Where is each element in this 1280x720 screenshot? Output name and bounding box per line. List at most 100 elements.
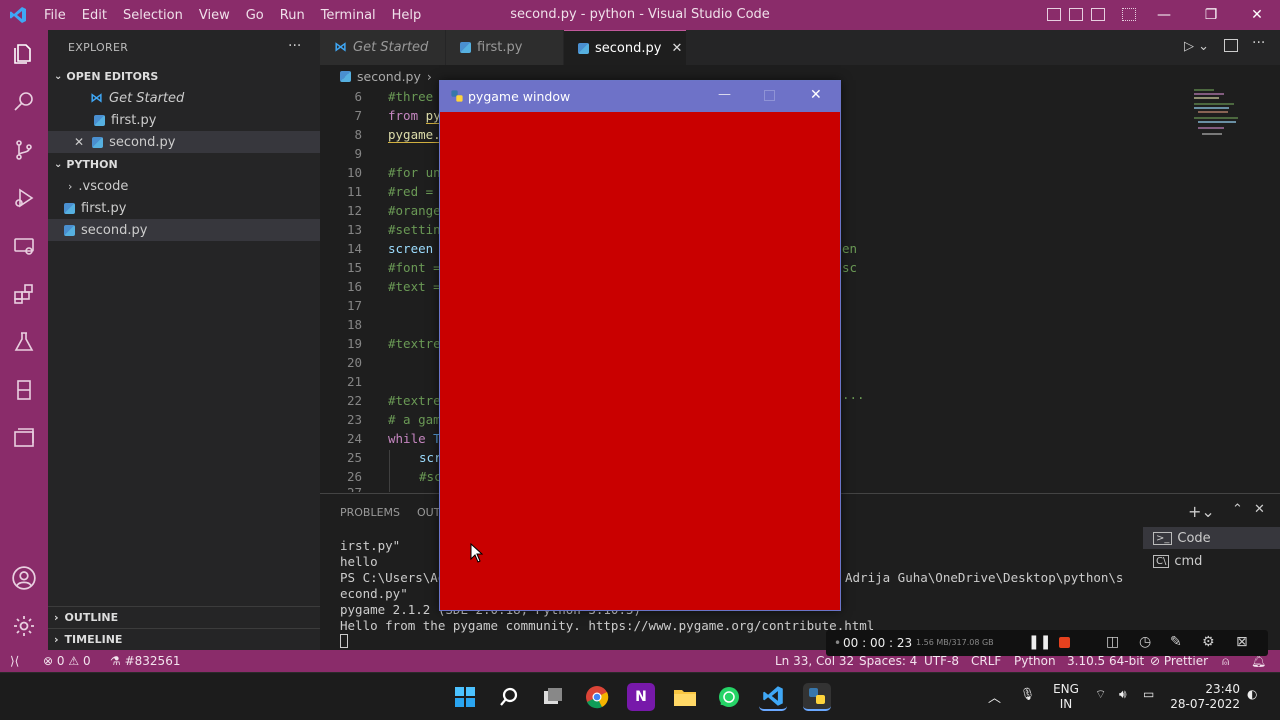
- remote-icon[interactable]: ⟩⟨: [10, 654, 19, 668]
- run-debug-icon[interactable]: [0, 174, 48, 222]
- terminal-item-cmd[interactable]: C\ cmd: [1143, 550, 1280, 572]
- run-python-file-icon[interactable]: ▷ ⌄: [1184, 39, 1209, 54]
- open-editor-label: first.py: [111, 112, 157, 128]
- extensions-icon[interactable]: [0, 270, 48, 318]
- python-interpreter[interactable]: 3.10.5 64-bit: [1067, 654, 1144, 668]
- microphone-icon[interactable]: 🎙︎: [1020, 687, 1035, 701]
- close-panel-icon[interactable]: ✕: [1254, 502, 1265, 517]
- file-first-py[interactable]: first.py: [48, 197, 320, 219]
- windows-start-icon[interactable]: [451, 683, 479, 711]
- task-view-icon[interactable]: [539, 683, 567, 711]
- menu-file[interactable]: File: [36, 8, 74, 23]
- breadcrumb-file[interactable]: second.py: [357, 69, 421, 84]
- menu-go[interactable]: Go: [238, 8, 272, 23]
- clock[interactable]: 23:40 28-07-2022: [1170, 682, 1240, 712]
- pygame-title-bar[interactable]: pygame window — ✕: [440, 81, 840, 112]
- settings-gear-icon[interactable]: [0, 602, 48, 650]
- folder-python-section[interactable]: ⌄ PYTHON: [48, 153, 320, 175]
- open-editor-first-py[interactable]: first.py: [48, 109, 320, 131]
- pygame-minimize-button[interactable]: —: [718, 87, 731, 102]
- pygame-close-button[interactable]: ✕: [810, 87, 822, 103]
- camera-icon[interactable]: ◫: [1106, 634, 1119, 650]
- search-icon[interactable]: [495, 683, 523, 711]
- outline-section[interactable]: › OUTLINE: [48, 606, 320, 628]
- exit-icon[interactable]: ⊠: [1236, 634, 1248, 650]
- color-status[interactable]: ⚗ #832561: [110, 654, 180, 668]
- accounts-icon[interactable]: ⍝: [1222, 654, 1229, 669]
- folder-vscode[interactable]: › .vscode: [48, 175, 320, 197]
- line-number: 21: [346, 374, 362, 389]
- vscode-taskbar-icon[interactable]: [759, 683, 787, 711]
- settings-gear-icon[interactable]: ⚙: [1202, 634, 1215, 650]
- tab-label: Get Started: [353, 40, 429, 55]
- focus-icon[interactable]: ◐: [1247, 687, 1257, 701]
- menu-help[interactable]: Help: [384, 8, 430, 23]
- chrome-icon[interactable]: [583, 683, 611, 711]
- search-icon[interactable]: [0, 78, 48, 126]
- bookmarks-icon[interactable]: [0, 366, 48, 414]
- open-editors-section[interactable]: ⌄ OPEN EDITORS: [48, 65, 320, 87]
- file-second-py[interactable]: second.py: [48, 219, 320, 241]
- onenote-icon[interactable]: N: [627, 683, 655, 711]
- source-control-icon[interactable]: [0, 126, 48, 174]
- tab-second-py[interactable]: second.py ✕: [564, 30, 686, 65]
- cursor-position[interactable]: Ln 33, Col 32: [775, 654, 854, 668]
- close-icon[interactable]: ✕: [74, 135, 84, 149]
- tabs-icon[interactable]: [0, 414, 48, 462]
- python-taskbar-icon[interactable]: [803, 683, 831, 711]
- problems-status[interactable]: ⊗ 0 ⚠ 0: [43, 654, 91, 668]
- menu-selection[interactable]: Selection: [115, 8, 191, 23]
- notifications-bell-icon[interactable]: 🔔︎: [1251, 654, 1266, 668]
- open-editor-get-started[interactable]: ⋈ Get Started: [48, 87, 320, 109]
- tab-first-py[interactable]: first.py: [446, 30, 563, 65]
- eol-status[interactable]: CRLF: [971, 654, 1001, 668]
- terminal-item-code[interactable]: >_ Code: [1143, 527, 1280, 549]
- draw-icon[interactable]: ✎: [1170, 634, 1182, 650]
- battery-icon[interactable]: ▭: [1143, 687, 1154, 701]
- maximize-panel-icon[interactable]: ⌃: [1232, 502, 1243, 517]
- wifi-icon[interactable]: ⌔: [1095, 687, 1106, 702]
- clock-time: 23:40: [1205, 682, 1240, 696]
- restore-window-button[interactable]: ❐: [1188, 0, 1234, 30]
- more-actions-icon[interactable]: ···: [288, 38, 301, 54]
- tab-output[interactable]: OUT: [417, 506, 440, 519]
- file-explorer-icon[interactable]: [671, 683, 699, 711]
- menu-run[interactable]: Run: [272, 8, 313, 23]
- whatsapp-icon[interactable]: [715, 683, 743, 711]
- pygame-window[interactable]: pygame window — ✕: [439, 80, 841, 611]
- menu-terminal[interactable]: Terminal: [313, 8, 384, 23]
- language-indicator[interactable]: ENG IN: [1050, 682, 1082, 712]
- toggle-panel-icon[interactable]: [1069, 8, 1083, 21]
- language-mode[interactable]: Python: [1014, 654, 1056, 668]
- minimize-window-button[interactable]: —: [1141, 0, 1187, 30]
- more-actions-icon[interactable]: ···: [1252, 35, 1265, 51]
- timer-icon[interactable]: ◷: [1139, 634, 1151, 650]
- tab-get-started[interactable]: ⋈ Get Started: [320, 30, 445, 65]
- minimap[interactable]: [1190, 87, 1268, 492]
- customize-layout-icon[interactable]: [1122, 8, 1136, 21]
- indentation-status[interactable]: Spaces: 4: [859, 654, 917, 668]
- timeline-section[interactable]: › TIMELINE: [48, 628, 320, 650]
- remote-explorer-icon[interactable]: [0, 222, 48, 270]
- volume-icon[interactable]: 🔊︎: [1119, 687, 1127, 702]
- encoding-status[interactable]: UTF-8: [924, 654, 959, 668]
- testing-icon[interactable]: [0, 318, 48, 366]
- toggle-sidebar-icon[interactable]: [1047, 8, 1061, 21]
- new-terminal-icon[interactable]: +⌄: [1188, 502, 1215, 521]
- close-tab-icon[interactable]: ✕: [671, 41, 682, 56]
- prettier-status[interactable]: ⊘ Prettier: [1150, 654, 1208, 668]
- close-window-button[interactable]: ✕: [1234, 0, 1280, 30]
- open-editor-second-py[interactable]: ✕ second.py: [48, 131, 320, 153]
- tab-problems[interactable]: PROBLEMS: [340, 506, 400, 519]
- pygame-canvas[interactable]: [440, 112, 840, 610]
- account-icon[interactable]: [0, 554, 48, 602]
- menu-edit[interactable]: Edit: [74, 8, 115, 23]
- menu-view[interactable]: View: [191, 8, 238, 23]
- explorer-icon[interactable]: [0, 30, 48, 78]
- pause-icon[interactable]: ❚❚: [1028, 634, 1051, 650]
- split-editor-icon[interactable]: [1224, 39, 1238, 52]
- toggle-secondary-sidebar-icon[interactable]: [1091, 8, 1105, 21]
- stop-icon[interactable]: [1059, 637, 1070, 648]
- chevron-up-icon[interactable]: ︿: [988, 687, 1001, 706]
- terminal-cursor: [340, 634, 348, 648]
